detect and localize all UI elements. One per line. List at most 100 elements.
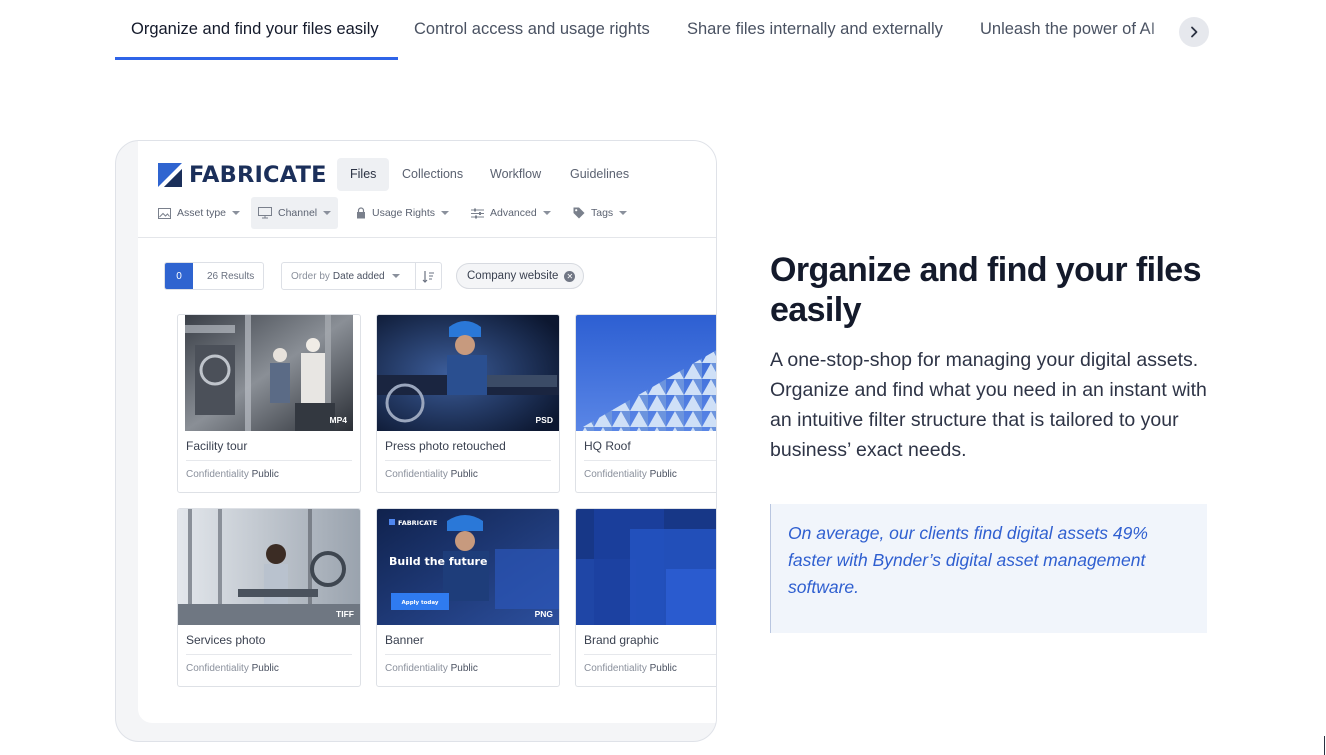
file-format-badge: MP4: [329, 415, 347, 425]
asset-meta: Confidentiality Public: [584, 663, 677, 674]
asset-thumbnail: [576, 315, 716, 431]
card-divider: [186, 460, 352, 461]
sort-direction-button[interactable]: [415, 263, 441, 289]
stat-callout: On average, our clients find digital ass…: [770, 504, 1207, 633]
section-body: A one-stop-shop for managing your digita…: [770, 349, 1207, 461]
card-divider: [584, 654, 716, 655]
caret-down-icon: [323, 211, 332, 215]
meta-label: Confidentiality: [186, 663, 249, 674]
caret-down-icon: [391, 274, 400, 278]
image-icon: [158, 207, 171, 219]
tab-access-rights[interactable]: Control access and usage rights: [414, 20, 650, 39]
asset-card[interactable]: MP4 Facility tour Confidentiality Public: [177, 314, 361, 493]
meta-value: Public: [450, 469, 478, 480]
caret-down-icon: [232, 211, 241, 215]
asset-card[interactable]: HQ Roof Confidentiality Public: [575, 314, 716, 493]
chevron-right-icon: [1191, 26, 1198, 38]
feature-tabs: Organize and find your files easily Cont…: [115, 0, 1210, 62]
nav-collections[interactable]: Collections: [389, 158, 476, 191]
card-divider: [385, 654, 551, 655]
asset-card[interactable]: Brand graphic Confidentiality Public: [575, 508, 716, 687]
lock-icon: [357, 207, 365, 219]
card-divider: [186, 654, 352, 655]
card-divider: [385, 460, 551, 461]
order-by-prefix: Order by: [291, 270, 330, 282]
asset-card[interactable]: FABRICATE Build the future Apply today P…: [376, 508, 560, 687]
asset-card[interactable]: TIFF Services photo Confidentiality Publ…: [177, 508, 361, 687]
asset-thumbnail: TIFF: [178, 509, 360, 625]
tab-organize[interactable]: Organize and find your files easily: [131, 20, 379, 39]
tab-ai[interactable]: Unleash the power of AI: [980, 20, 1155, 39]
meta-value: Public: [450, 663, 478, 674]
nav-files[interactable]: Files: [337, 158, 390, 191]
meta-value: Public: [649, 663, 677, 674]
asset-title: Services photo: [186, 633, 266, 647]
order-by-dropdown[interactable]: Order by Date added: [281, 262, 442, 290]
asset-meta: Confidentiality Public: [385, 663, 478, 674]
meta-label: Confidentiality: [584, 469, 647, 480]
asset-thumbnail: FABRICATE Build the future Apply today P…: [377, 509, 559, 625]
page-edge-divider: [1324, 736, 1325, 755]
asset-title: Brand graphic: [584, 633, 659, 647]
nav-guidelines[interactable]: Guidelines: [557, 158, 642, 191]
stat-quote: On average, our clients find digital ass…: [788, 523, 1148, 597]
order-by-value: Date added: [332, 270, 385, 282]
filter-label: Asset type: [177, 207, 227, 219]
monitor-icon: [258, 207, 272, 219]
toolbar-divider: [138, 237, 716, 238]
asset-meta: Confidentiality Public: [186, 663, 279, 674]
asset-title: Press photo retouched: [385, 439, 506, 453]
meta-value: Public: [251, 663, 279, 674]
asset-meta: Confidentiality Public: [385, 469, 478, 480]
banner-brand: FABRICATE: [398, 519, 437, 527]
filter-tags[interactable]: Tags: [566, 197, 634, 229]
asset-title: Banner: [385, 633, 424, 647]
caret-down-icon: [542, 211, 551, 215]
filter-label: Tags: [591, 207, 614, 219]
selection-summary: 0 26 Results: [164, 262, 265, 290]
order-by-label: Order by Date added: [282, 271, 415, 282]
meta-value: Public: [649, 469, 677, 480]
meta-value: Public: [251, 469, 279, 480]
section-headline: Organize and find your files easily: [770, 251, 1202, 329]
file-format-badge: PNG: [534, 609, 553, 619]
dam-app-mock: FABRICATE Files Collections Workflow Gui…: [138, 141, 716, 723]
banner-headline: Build the future: [389, 555, 487, 568]
fabricate-logo-mark-icon: [158, 163, 182, 187]
active-tab-indicator: [115, 57, 398, 60]
filter-label: Advanced: [490, 207, 537, 219]
tab-share-files[interactable]: Share files internally and externally: [687, 20, 943, 39]
tab-overflow-fade: [1145, 10, 1181, 50]
sliders-icon: [471, 208, 484, 218]
asset-card[interactable]: PSD Press photo retouched Confidentialit…: [376, 314, 560, 493]
file-format-badge: TIFF: [336, 609, 354, 619]
meta-label: Confidentiality: [584, 663, 647, 674]
nav-workflow[interactable]: Workflow: [477, 158, 554, 191]
asset-title: Facility tour: [186, 439, 248, 453]
filter-channel[interactable]: Channel: [251, 197, 339, 229]
filter-label: Channel: [278, 207, 318, 219]
card-divider: [584, 460, 716, 461]
meta-label: Confidentiality: [385, 469, 448, 480]
logo-wordmark: FABRICATE: [189, 162, 327, 188]
active-filter-chip[interactable]: Company website ✕: [456, 263, 585, 289]
filter-advanced[interactable]: Advanced: [464, 197, 558, 229]
tabs-next-button[interactable]: [1179, 17, 1209, 47]
caret-down-icon: [441, 211, 450, 215]
close-icon[interactable]: ✕: [564, 270, 576, 282]
asset-title: HQ Roof: [584, 439, 631, 453]
meta-label: Confidentiality: [186, 469, 249, 480]
tag-icon: [573, 207, 585, 219]
results-count: 26 Results: [207, 270, 255, 282]
filter-usage-rights[interactable]: Usage Rights: [349, 197, 456, 229]
filter-asset-type[interactable]: Asset type: [151, 197, 247, 229]
asset-thumbnail: PSD: [377, 315, 559, 431]
selected-count-checkbox[interactable]: 0: [165, 263, 193, 289]
product-screenshot-frame: FABRICATE Files Collections Workflow Gui…: [115, 140, 717, 742]
sort-icon: [422, 270, 435, 283]
filter-label: Usage Rights: [372, 207, 436, 219]
asset-thumbnail: [576, 509, 716, 625]
meta-label: Confidentiality: [385, 663, 448, 674]
chip-label: Company website: [467, 270, 559, 282]
asset-thumbnail: MP4: [185, 315, 353, 431]
